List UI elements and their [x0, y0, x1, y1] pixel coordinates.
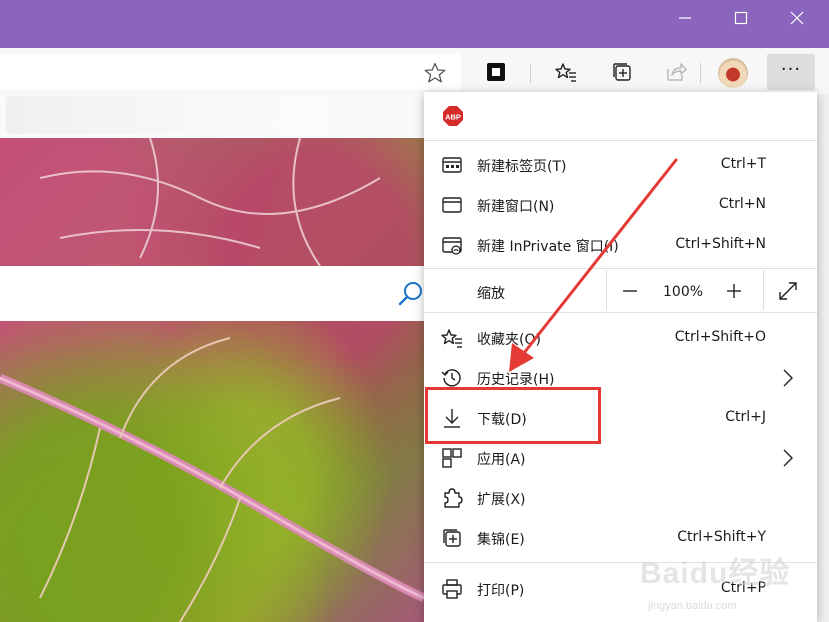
chevron-right-icon — [783, 449, 793, 467]
page-background-image — [0, 138, 424, 622]
menu-item-label: 扩展(X) — [477, 492, 526, 508]
menu-item-label: 历史记录(H) — [477, 372, 555, 388]
menu-item-label: 新建标签页(T) — [477, 159, 567, 175]
inprivate-window-icon — [442, 237, 462, 255]
menu-item-new-tab[interactable]: 新建标签页(T) Ctrl+T — [424, 145, 817, 185]
plus-icon — [727, 284, 741, 298]
page-scrollbar[interactable] — [817, 94, 829, 622]
menu-item-apps[interactable]: 应用(A) — [424, 438, 817, 478]
zoom-separator — [606, 270, 607, 310]
adblock-plus-icon[interactable]: ABP — [442, 105, 464, 127]
menu-item-label: 打印(P) — [477, 583, 525, 599]
menu-item-shortcut: Ctrl+N — [718, 196, 766, 212]
favorites-button[interactable] — [550, 56, 582, 88]
menu-item-extensions[interactable]: 扩展(X) — [424, 478, 817, 518]
menu-item-shortcut: Ctrl+Shift+Y — [677, 529, 766, 545]
chevron-right-icon — [783, 369, 793, 387]
printer-icon — [442, 579, 462, 599]
search-icon[interactable] — [398, 280, 424, 306]
collections-button[interactable] — [606, 56, 638, 88]
fullscreen-expand-icon — [779, 282, 797, 300]
watermark-url: jingyan.baidu.com — [648, 600, 737, 612]
new-tab-icon — [442, 157, 462, 173]
share-button[interactable] — [660, 56, 692, 88]
collections-icon — [443, 529, 461, 547]
zoom-out-button[interactable] — [615, 276, 645, 306]
menu-item-shortcut: Ctrl+T — [720, 156, 766, 172]
menu-item-new-window[interactable]: 新建窗口(N) Ctrl+N — [424, 185, 817, 225]
maximize-icon — [734, 11, 748, 25]
minimize-icon — [679, 17, 691, 19]
share-icon — [667, 63, 687, 81]
menu-item-shortcut: Ctrl+J — [725, 409, 766, 425]
favorites-bar — [0, 94, 424, 138]
leaf-veins — [0, 138, 424, 622]
menu-item-favorites[interactable]: 收藏夹(O) Ctrl+Shift+O — [424, 318, 817, 358]
menu-item-label: 收藏夹(O) — [477, 332, 541, 348]
apps-grid-icon — [442, 448, 462, 468]
menu-divider — [424, 312, 817, 313]
maximize-button[interactable] — [713, 0, 769, 36]
menu-item-new-inprivate-window[interactable]: 新建 InPrivate 窗口(I) Ctrl+Shift+N — [424, 225, 817, 265]
new-window-icon — [442, 197, 462, 213]
svg-text:ABP: ABP — [445, 113, 461, 122]
menu-item-shortcut: Ctrl+Shift+O — [674, 329, 766, 345]
menu-item-shortcut: Ctrl+Shift+N — [675, 236, 766, 252]
menu-divider — [424, 268, 817, 269]
zoom-separator — [763, 270, 764, 310]
close-button[interactable] — [769, 0, 825, 36]
history-clock-icon — [441, 369, 461, 387]
toolbar-separator — [700, 63, 701, 83]
profile-avatar[interactable] — [718, 58, 748, 88]
menu-item-label: 新建 InPrivate 窗口(I) — [477, 239, 619, 255]
zoom-level: 100% — [663, 284, 704, 300]
watermark-logo-text: Baidu经验 — [640, 557, 791, 590]
collections-icon — [613, 63, 631, 81]
menu-item-label: 应用(A) — [477, 452, 526, 468]
minus-icon — [623, 290, 637, 292]
more-dots-icon: ··· — [780, 58, 802, 80]
minimize-button[interactable] — [657, 0, 713, 36]
page-search-bar[interactable] — [0, 266, 424, 321]
zoom-in-button[interactable] — [719, 276, 749, 306]
browser-toolbar: ··· — [0, 48, 829, 94]
puzzle-piece-icon — [444, 488, 463, 508]
settings-and-more-menu: ABP 新建标签页(T) Ctrl+T 新建窗口(N) Ctrl+N 新建 In… — [424, 92, 817, 622]
title-bar — [0, 0, 829, 48]
favorites-list-icon — [441, 329, 462, 348]
fullscreen-button[interactable] — [773, 276, 803, 306]
toolbar-separator — [530, 63, 531, 83]
close-icon — [790, 11, 804, 25]
settings-and-more-button[interactable]: ··· — [767, 54, 815, 90]
menu-divider — [424, 140, 817, 141]
zoom-label: 缩放 — [477, 286, 505, 302]
add-favorite-star-icon[interactable] — [423, 62, 447, 84]
address-bar[interactable] — [0, 54, 461, 90]
menu-item-label: 新建窗口(N) — [477, 199, 555, 215]
baidu-watermark: Baidu经验 jingyan.baidu.com — [640, 548, 826, 622]
favorites-list-icon — [555, 63, 576, 82]
favorites-bar-items — [6, 96, 326, 134]
screenshot-extension-button[interactable] — [480, 56, 512, 88]
menu-item-label: 集锦(E) — [477, 532, 525, 548]
square-frame-icon — [487, 63, 505, 81]
downloads-highlight-box — [425, 387, 601, 444]
